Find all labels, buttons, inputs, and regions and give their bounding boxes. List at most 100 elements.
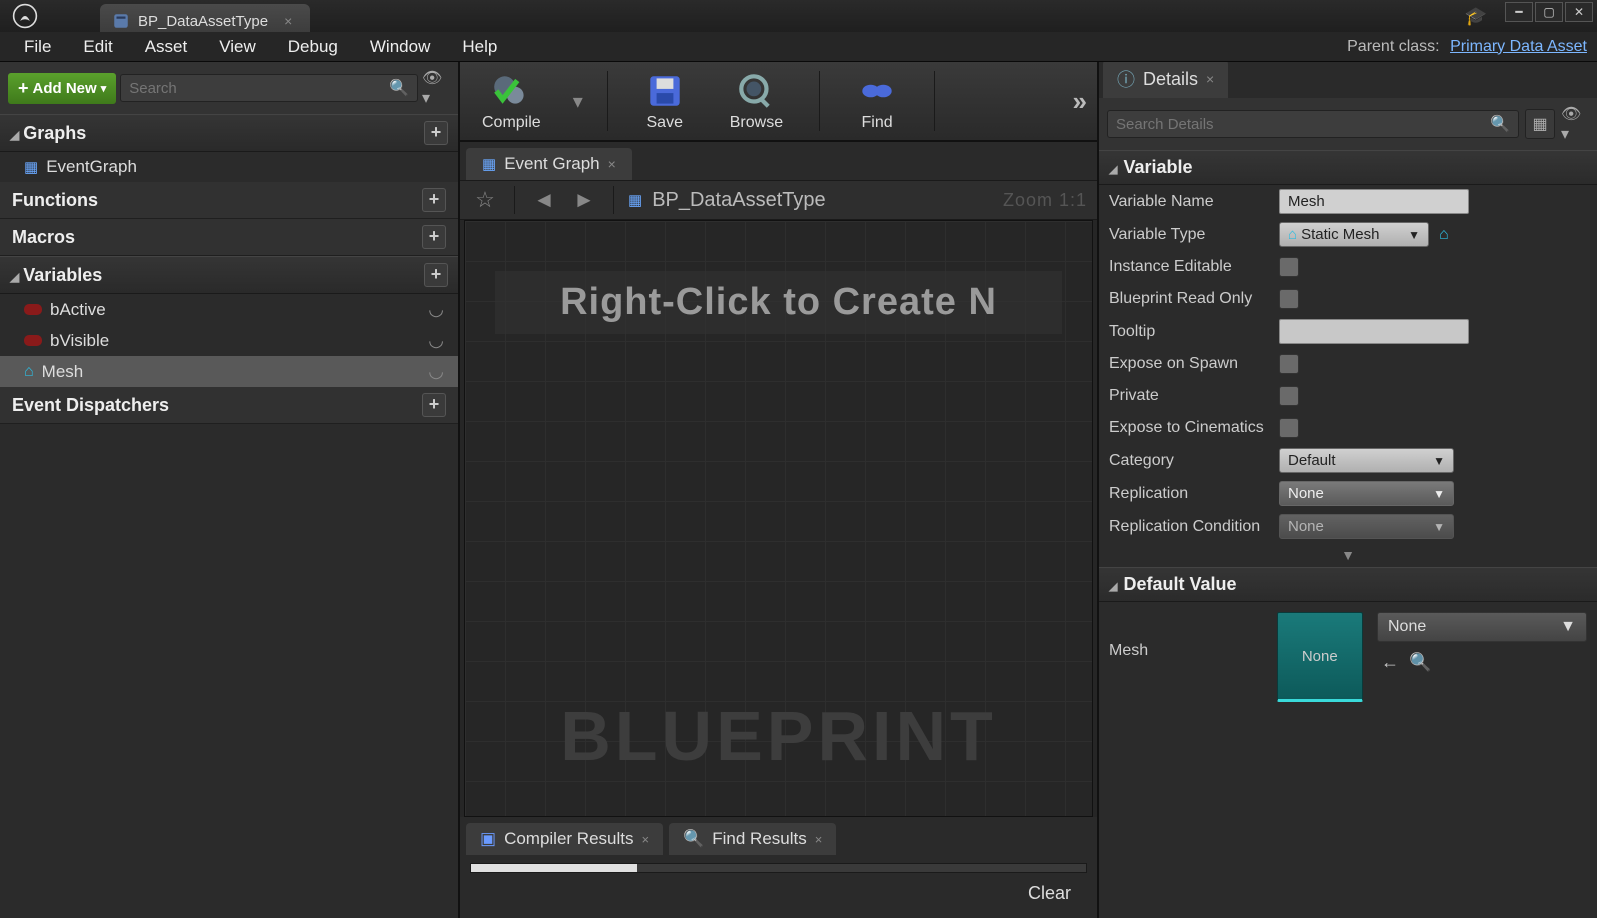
expose-cine-label: Expose to Cinematics bbox=[1109, 419, 1279, 437]
add-variable-button[interactable]: + bbox=[424, 263, 448, 287]
variable-bactive[interactable]: bActive ◡ bbox=[0, 294, 458, 325]
instance-editable-checkbox[interactable] bbox=[1279, 257, 1299, 277]
bp-readonly-label: Blueprint Read Only bbox=[1109, 290, 1279, 308]
nav-back-icon[interactable]: ◄ bbox=[529, 185, 559, 215]
tutorial-icon[interactable]: 🎓 bbox=[1465, 6, 1487, 27]
private-checkbox[interactable] bbox=[1279, 386, 1299, 406]
close-icon[interactable]: × bbox=[608, 156, 616, 172]
visibility-icon[interactable]: ◡ bbox=[428, 299, 444, 320]
save-button[interactable]: Save bbox=[632, 66, 698, 136]
browse-button[interactable]: Browse bbox=[718, 66, 795, 136]
property-matrix-icon[interactable]: ▦ bbox=[1525, 109, 1555, 139]
unreal-logo-icon bbox=[12, 3, 38, 29]
mesh-thumbnail[interactable]: None bbox=[1277, 612, 1363, 702]
center-panel: Compile ▾ Save Browse Find » ▦ Ev bbox=[460, 62, 1097, 918]
parent-class-link[interactable]: Primary Data Asset bbox=[1450, 38, 1587, 55]
variable-bvisible[interactable]: bVisible ◡ bbox=[0, 325, 458, 356]
variable-mesh[interactable]: ⌂ Mesh ◡ bbox=[0, 356, 458, 387]
add-graph-button[interactable]: + bbox=[424, 121, 448, 145]
close-icon[interactable]: × bbox=[815, 832, 823, 847]
menu-asset[interactable]: Asset bbox=[131, 33, 202, 61]
details-search-input[interactable] bbox=[1116, 116, 1490, 133]
details-icon: ⓘ bbox=[1117, 66, 1135, 92]
event-graph-tab[interactable]: ▦ Event Graph × bbox=[466, 148, 632, 180]
menu-view[interactable]: View bbox=[205, 33, 270, 61]
replication-dropdown[interactable]: None▼ bbox=[1279, 481, 1454, 506]
var-name-input[interactable] bbox=[1279, 189, 1469, 214]
close-icon[interactable]: × bbox=[642, 832, 650, 847]
find-button[interactable]: Find bbox=[844, 66, 910, 136]
search-icon: 🔍 bbox=[389, 78, 409, 98]
compiler-results-tab[interactable]: ▣ Compiler Results × bbox=[466, 823, 663, 855]
bp-readonly-checkbox[interactable] bbox=[1279, 289, 1299, 309]
default-value-header[interactable]: Default Value bbox=[1099, 567, 1597, 602]
dispatchers-header[interactable]: Event Dispatchers + bbox=[0, 387, 458, 424]
graph-canvas[interactable]: Right-Click to Create N BLUEPRINT bbox=[464, 220, 1093, 817]
add-macro-button[interactable]: + bbox=[422, 225, 446, 249]
details-panel: ⓘ Details × 🔍 ▦ 👁 ▾ Variable Variable Na… bbox=[1097, 62, 1597, 918]
menu-debug[interactable]: Debug bbox=[274, 33, 352, 61]
blueprint-search[interactable]: 🔍 bbox=[120, 74, 418, 102]
var-type-dropdown[interactable]: ⌂Static Mesh▼ bbox=[1279, 222, 1429, 247]
close-icon[interactable]: × bbox=[1206, 71, 1214, 87]
menubar: File Edit Asset View Debug Window Help P… bbox=[0, 32, 1597, 62]
visibility-icon[interactable]: ◡ bbox=[428, 361, 444, 382]
close-icon[interactable]: × bbox=[284, 13, 292, 29]
maximize-button[interactable]: ▢ bbox=[1535, 2, 1563, 22]
event-graph-item[interactable]: ▦ EventGraph bbox=[0, 152, 458, 182]
close-button[interactable]: ✕ bbox=[1565, 2, 1593, 22]
toolbar-overflow-icon[interactable]: » bbox=[1073, 86, 1087, 117]
variable-category-header[interactable]: Variable bbox=[1099, 150, 1597, 185]
favorite-icon[interactable]: ☆ bbox=[470, 185, 500, 215]
functions-header[interactable]: Functions + bbox=[0, 182, 458, 219]
expose-spawn-label: Expose on Spawn bbox=[1109, 355, 1279, 373]
mesh-asset-dropdown[interactable]: None▼ bbox=[1377, 612, 1587, 642]
breadcrumb-title[interactable]: BP_DataAssetType bbox=[652, 189, 825, 212]
category-dropdown[interactable]: Default▼ bbox=[1279, 448, 1454, 473]
search-icon: 🔍 bbox=[683, 829, 704, 849]
clear-button[interactable]: Clear bbox=[470, 873, 1087, 908]
compile-dropdown-icon[interactable]: ▾ bbox=[573, 89, 583, 114]
find-results-tab[interactable]: 🔍 Find Results × bbox=[669, 823, 836, 855]
menu-window[interactable]: Window bbox=[356, 33, 444, 61]
var-type-label: Variable Type bbox=[1109, 226, 1279, 244]
compile-icon bbox=[490, 70, 532, 112]
graph-breadcrumb-bar: ☆ ◄ ► ▦ BP_DataAssetType Zoom 1:1 bbox=[460, 180, 1097, 220]
use-selected-icon[interactable]: ← bbox=[1381, 652, 1399, 673]
menu-help[interactable]: Help bbox=[448, 33, 511, 61]
tooltip-label: Tooltip bbox=[1109, 323, 1279, 341]
mesh-default-label: Mesh bbox=[1109, 612, 1263, 660]
view-options-icon[interactable]: 👁 ▾ bbox=[1561, 104, 1589, 144]
minimize-button[interactable]: ━ bbox=[1505, 2, 1533, 22]
graphs-header[interactable]: ◢Graphs + bbox=[0, 114, 458, 152]
add-function-button[interactable]: + bbox=[422, 188, 446, 212]
macros-header[interactable]: Macros + bbox=[0, 219, 458, 256]
var-name-label: Variable Name bbox=[1109, 193, 1279, 211]
compile-button[interactable]: Compile bbox=[470, 66, 553, 136]
repcond-dropdown[interactable]: None▼ bbox=[1279, 514, 1454, 539]
details-tab[interactable]: ⓘ Details × bbox=[1103, 60, 1228, 98]
tooltip-input[interactable] bbox=[1279, 319, 1469, 344]
tab-title: BP_DataAssetType bbox=[138, 13, 268, 30]
replication-label: Replication bbox=[1109, 485, 1279, 503]
expose-spawn-checkbox[interactable] bbox=[1279, 354, 1299, 374]
search-input[interactable] bbox=[129, 80, 389, 97]
graph-icon: ▦ bbox=[24, 158, 38, 176]
variables-header[interactable]: ◢Variables + bbox=[0, 256, 458, 294]
details-search[interactable]: 🔍 bbox=[1107, 110, 1519, 138]
visibility-icon[interactable]: ◡ bbox=[428, 330, 444, 351]
menu-edit[interactable]: Edit bbox=[69, 33, 126, 61]
expose-cine-checkbox[interactable] bbox=[1279, 418, 1299, 438]
menu-file[interactable]: File bbox=[10, 33, 65, 61]
browse-asset-icon[interactable]: 🔍 bbox=[1409, 652, 1431, 673]
category-label: Category bbox=[1109, 452, 1279, 470]
nav-forward-icon[interactable]: ► bbox=[569, 185, 599, 215]
progress-bar bbox=[470, 863, 1087, 873]
parent-class-label: Parent class: Primary Data Asset bbox=[1347, 38, 1587, 56]
object-icon[interactable]: ⌂ bbox=[1439, 226, 1449, 244]
save-icon bbox=[644, 70, 686, 112]
view-options-icon[interactable]: 👁 ▾ bbox=[422, 68, 450, 108]
expand-icon[interactable]: ▼ bbox=[1099, 543, 1597, 567]
add-new-button[interactable]: Add New ▾ bbox=[8, 73, 116, 104]
add-dispatcher-button[interactable]: + bbox=[422, 393, 446, 417]
